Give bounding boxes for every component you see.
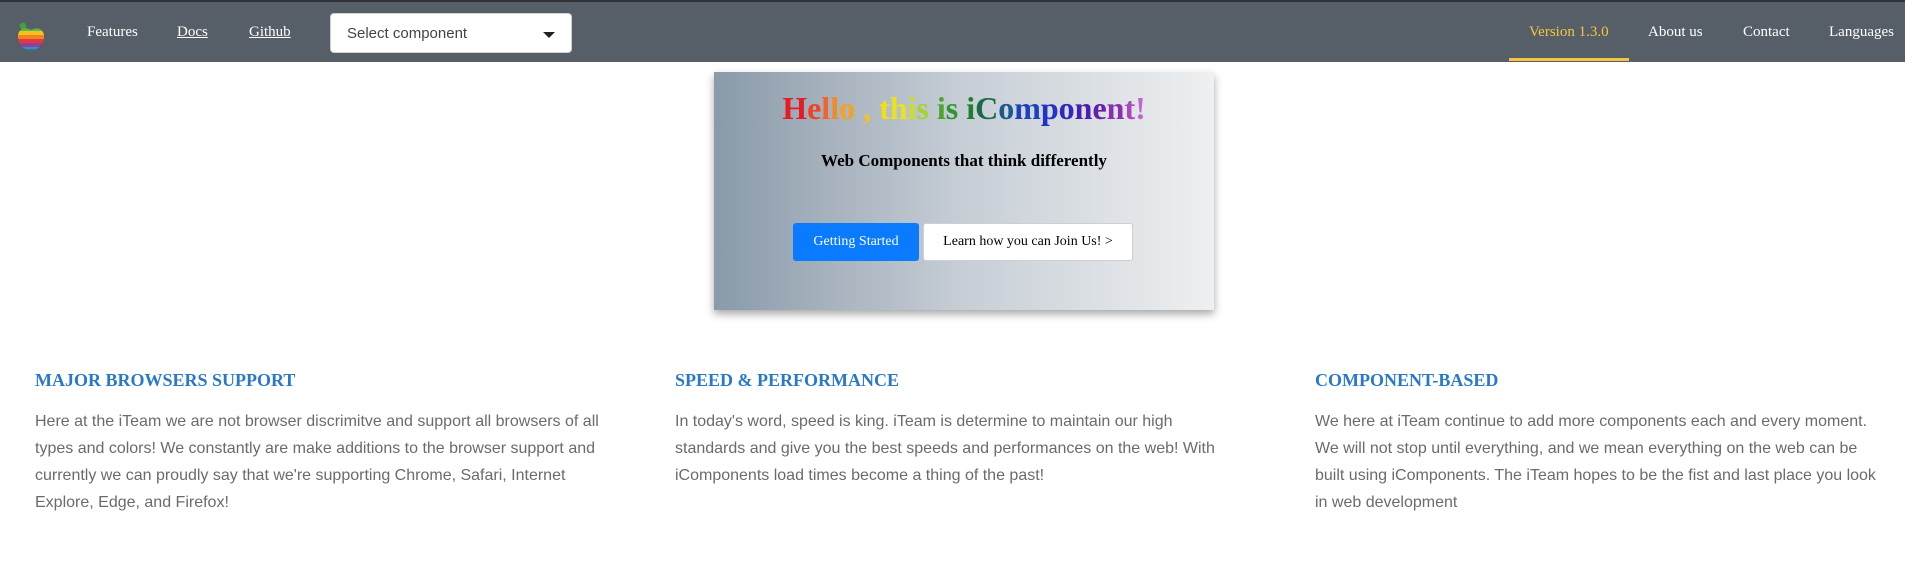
nav-version-link[interactable]: Version 1.3.0 xyxy=(1529,24,1609,41)
hero-title-letter: s xyxy=(916,90,929,126)
hero-title-letter: o xyxy=(998,90,1015,126)
feature-component: COMPONENT-BASED We here at iTeam continu… xyxy=(1315,370,1885,516)
hero-title-letter: l xyxy=(821,90,831,126)
hero-title-letter: o xyxy=(1058,90,1075,126)
hero-title-letter: ! xyxy=(1135,90,1146,126)
hero-subtitle: Web Components that think differently xyxy=(821,151,1107,170)
feature-title: COMPONENT-BASED xyxy=(1315,370,1499,390)
hero-title-letter: m xyxy=(1014,90,1041,126)
feature-text: In today's word, speed is king. iTeam is… xyxy=(675,413,1215,484)
hero-title-letter: i xyxy=(936,90,946,126)
nav-languages-link[interactable]: Languages xyxy=(1829,24,1894,41)
hero-title-letter: e xyxy=(807,90,822,126)
hero-title-letter: l xyxy=(830,90,840,126)
feature-title: SPEED & PERFORMANCE xyxy=(675,370,899,390)
nav-docs-link[interactable]: Docs xyxy=(177,24,208,41)
top-navbar: Features Docs Github Select component Ve… xyxy=(0,0,1905,62)
feature-text: We here at iTeam continue to add more co… xyxy=(1315,413,1876,511)
hero-title-letter: n xyxy=(1106,90,1125,126)
active-tab-indicator xyxy=(1509,58,1629,61)
hero-title-letter: , xyxy=(855,90,880,126)
nav-contact-link[interactable]: Contact xyxy=(1743,24,1790,41)
hero-title-letter: C xyxy=(975,90,999,126)
feature-title: MAJOR BROWSERS SUPPORT xyxy=(35,370,296,390)
hero-title-letter: p xyxy=(1040,90,1059,126)
hero-title-letter: e xyxy=(1092,90,1107,126)
feature-speed: SPEED & PERFORMANCE In today's word, spe… xyxy=(675,370,1245,489)
hero-title-letter: H xyxy=(782,90,808,126)
hero-title-letter: i xyxy=(966,90,976,126)
join-us-button[interactable]: Learn how you can Join Us! > xyxy=(923,223,1133,261)
hero-title-letter: t xyxy=(1124,90,1136,126)
component-select-value: Select component xyxy=(347,25,468,42)
hero-title-letter: o xyxy=(839,90,856,126)
hero-title-letter: s xyxy=(945,90,959,126)
nav-github-link[interactable]: Github xyxy=(249,24,291,41)
hero-title-letter xyxy=(929,90,937,126)
getting-started-button[interactable]: Getting Started xyxy=(793,223,919,261)
apple-logo-icon[interactable] xyxy=(16,20,46,52)
nav-about-link[interactable]: About us xyxy=(1648,24,1703,41)
feature-browsers: MAJOR BROWSERS SUPPORT Here at the iTeam… xyxy=(35,370,605,516)
hero-title-letter: n xyxy=(1074,90,1093,126)
hero-title-letter: h xyxy=(889,90,908,126)
chevron-down-icon xyxy=(543,32,555,38)
nav-features-link[interactable]: Features xyxy=(87,24,138,41)
hero-title-letter: t xyxy=(879,90,890,126)
hero-card: Hello , this is iComponent! Web Componen… xyxy=(714,72,1214,310)
component-select[interactable]: Select component xyxy=(330,13,572,53)
hero-title: Hello , this is iComponent! xyxy=(714,90,1214,127)
feature-text: Here at the iTeam we are not browser dis… xyxy=(35,413,599,511)
